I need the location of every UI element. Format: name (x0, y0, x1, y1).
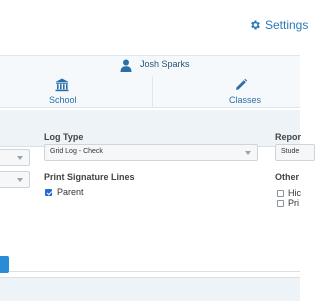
gear-icon (251, 20, 260, 30)
log-type-select[interactable]: Grid Log - Check (44, 144, 258, 161)
log-type-label: Log Type (44, 132, 84, 142)
settings-label: Settings (265, 18, 309, 32)
footer-strip (0, 277, 300, 301)
run-report-button[interactable] (0, 256, 9, 273)
user-name: Josh Sparks (140, 59, 190, 69)
report-label: Repor (275, 132, 302, 142)
other-option-label-1: Hic (288, 188, 301, 198)
other-option-checkbox-2[interactable] (277, 200, 284, 207)
other-option-checkbox-1[interactable] (277, 190, 284, 197)
chevron-down-icon (17, 178, 23, 182)
nav-label-school: School (49, 95, 77, 105)
nav-item-school[interactable]: School (0, 76, 153, 107)
other-label: Other (275, 172, 300, 182)
report-options-panel: Log Type Grid Log - Check Repor Stude Pr… (0, 132, 315, 272)
top-bar: Settings (0, 0, 308, 52)
user-icon (120, 59, 132, 72)
print-signature-label: Print Signature Lines (44, 172, 135, 182)
school-building-icon (55, 78, 69, 92)
parent-checkbox[interactable] (45, 189, 52, 196)
chevron-down-icon (17, 156, 23, 160)
parent-checkbox-label: Parent (57, 187, 84, 197)
other-option-label-2: Pri (288, 198, 299, 208)
user-bar[interactable]: Josh Sparks (0, 55, 300, 77)
pencil-icon (236, 78, 248, 90)
log-type-value: Grid Log - Check (50, 148, 103, 155)
report-select[interactable]: Stude (275, 144, 315, 161)
nav-item-classes[interactable]: Classes (153, 76, 300, 107)
left-select-2[interactable] (0, 171, 30, 188)
left-select-1[interactable] (0, 149, 30, 166)
report-value: Stude (281, 148, 300, 155)
main-nav: School Classes (0, 76, 300, 108)
chevron-down-icon (245, 151, 251, 155)
nav-label-classes: Classes (229, 95, 262, 105)
